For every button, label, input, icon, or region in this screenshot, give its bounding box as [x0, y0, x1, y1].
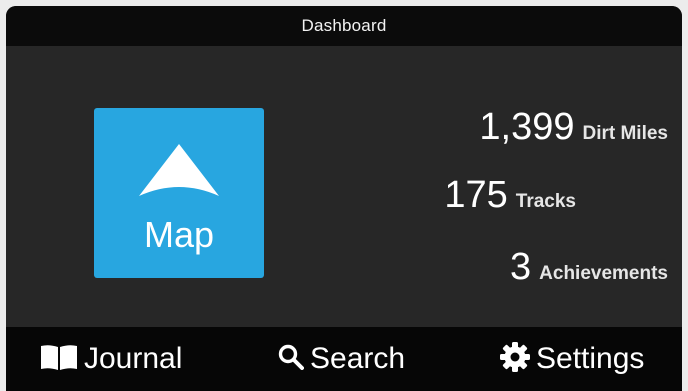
stat-value: 3 — [510, 246, 532, 288]
app-window: Dashboard Map 1,399 Dirt Miles 175 Tracks … — [6, 6, 682, 391]
bottom-nav-bar: Journal Search Settings — [6, 327, 682, 391]
stat-label: Tracks — [515, 191, 576, 212]
title-bar: Dashboard — [6, 6, 682, 46]
stat-value: 175 — [444, 174, 508, 216]
settings-label: Settings — [536, 342, 645, 375]
book-icon — [41, 345, 77, 371]
stat-achievements: 3 Achievements — [510, 246, 668, 289]
settings-button[interactable]: Settings — [500, 327, 644, 391]
search-icon — [278, 344, 304, 371]
journal-button[interactable]: Journal — [40, 327, 182, 391]
map-button-label: Map — [143, 214, 215, 255]
journal-label: Journal — [84, 342, 183, 375]
stat-dirt-miles: 1,399 Dirt Miles — [479, 106, 668, 149]
page-title: Dashboard — [301, 16, 387, 35]
stat-label: Dirt Miles — [582, 123, 668, 144]
navigation-arrow-icon — [139, 144, 219, 196]
stat-value: 1,399 — [479, 106, 575, 148]
map-button[interactable]: Map — [94, 108, 264, 278]
search-label: Search — [310, 342, 406, 375]
gear-icon — [500, 342, 530, 373]
stat-tracks: 175 Tracks — [444, 174, 576, 217]
search-button[interactable]: Search — [278, 327, 405, 391]
stat-label: Achievements — [539, 263, 668, 284]
